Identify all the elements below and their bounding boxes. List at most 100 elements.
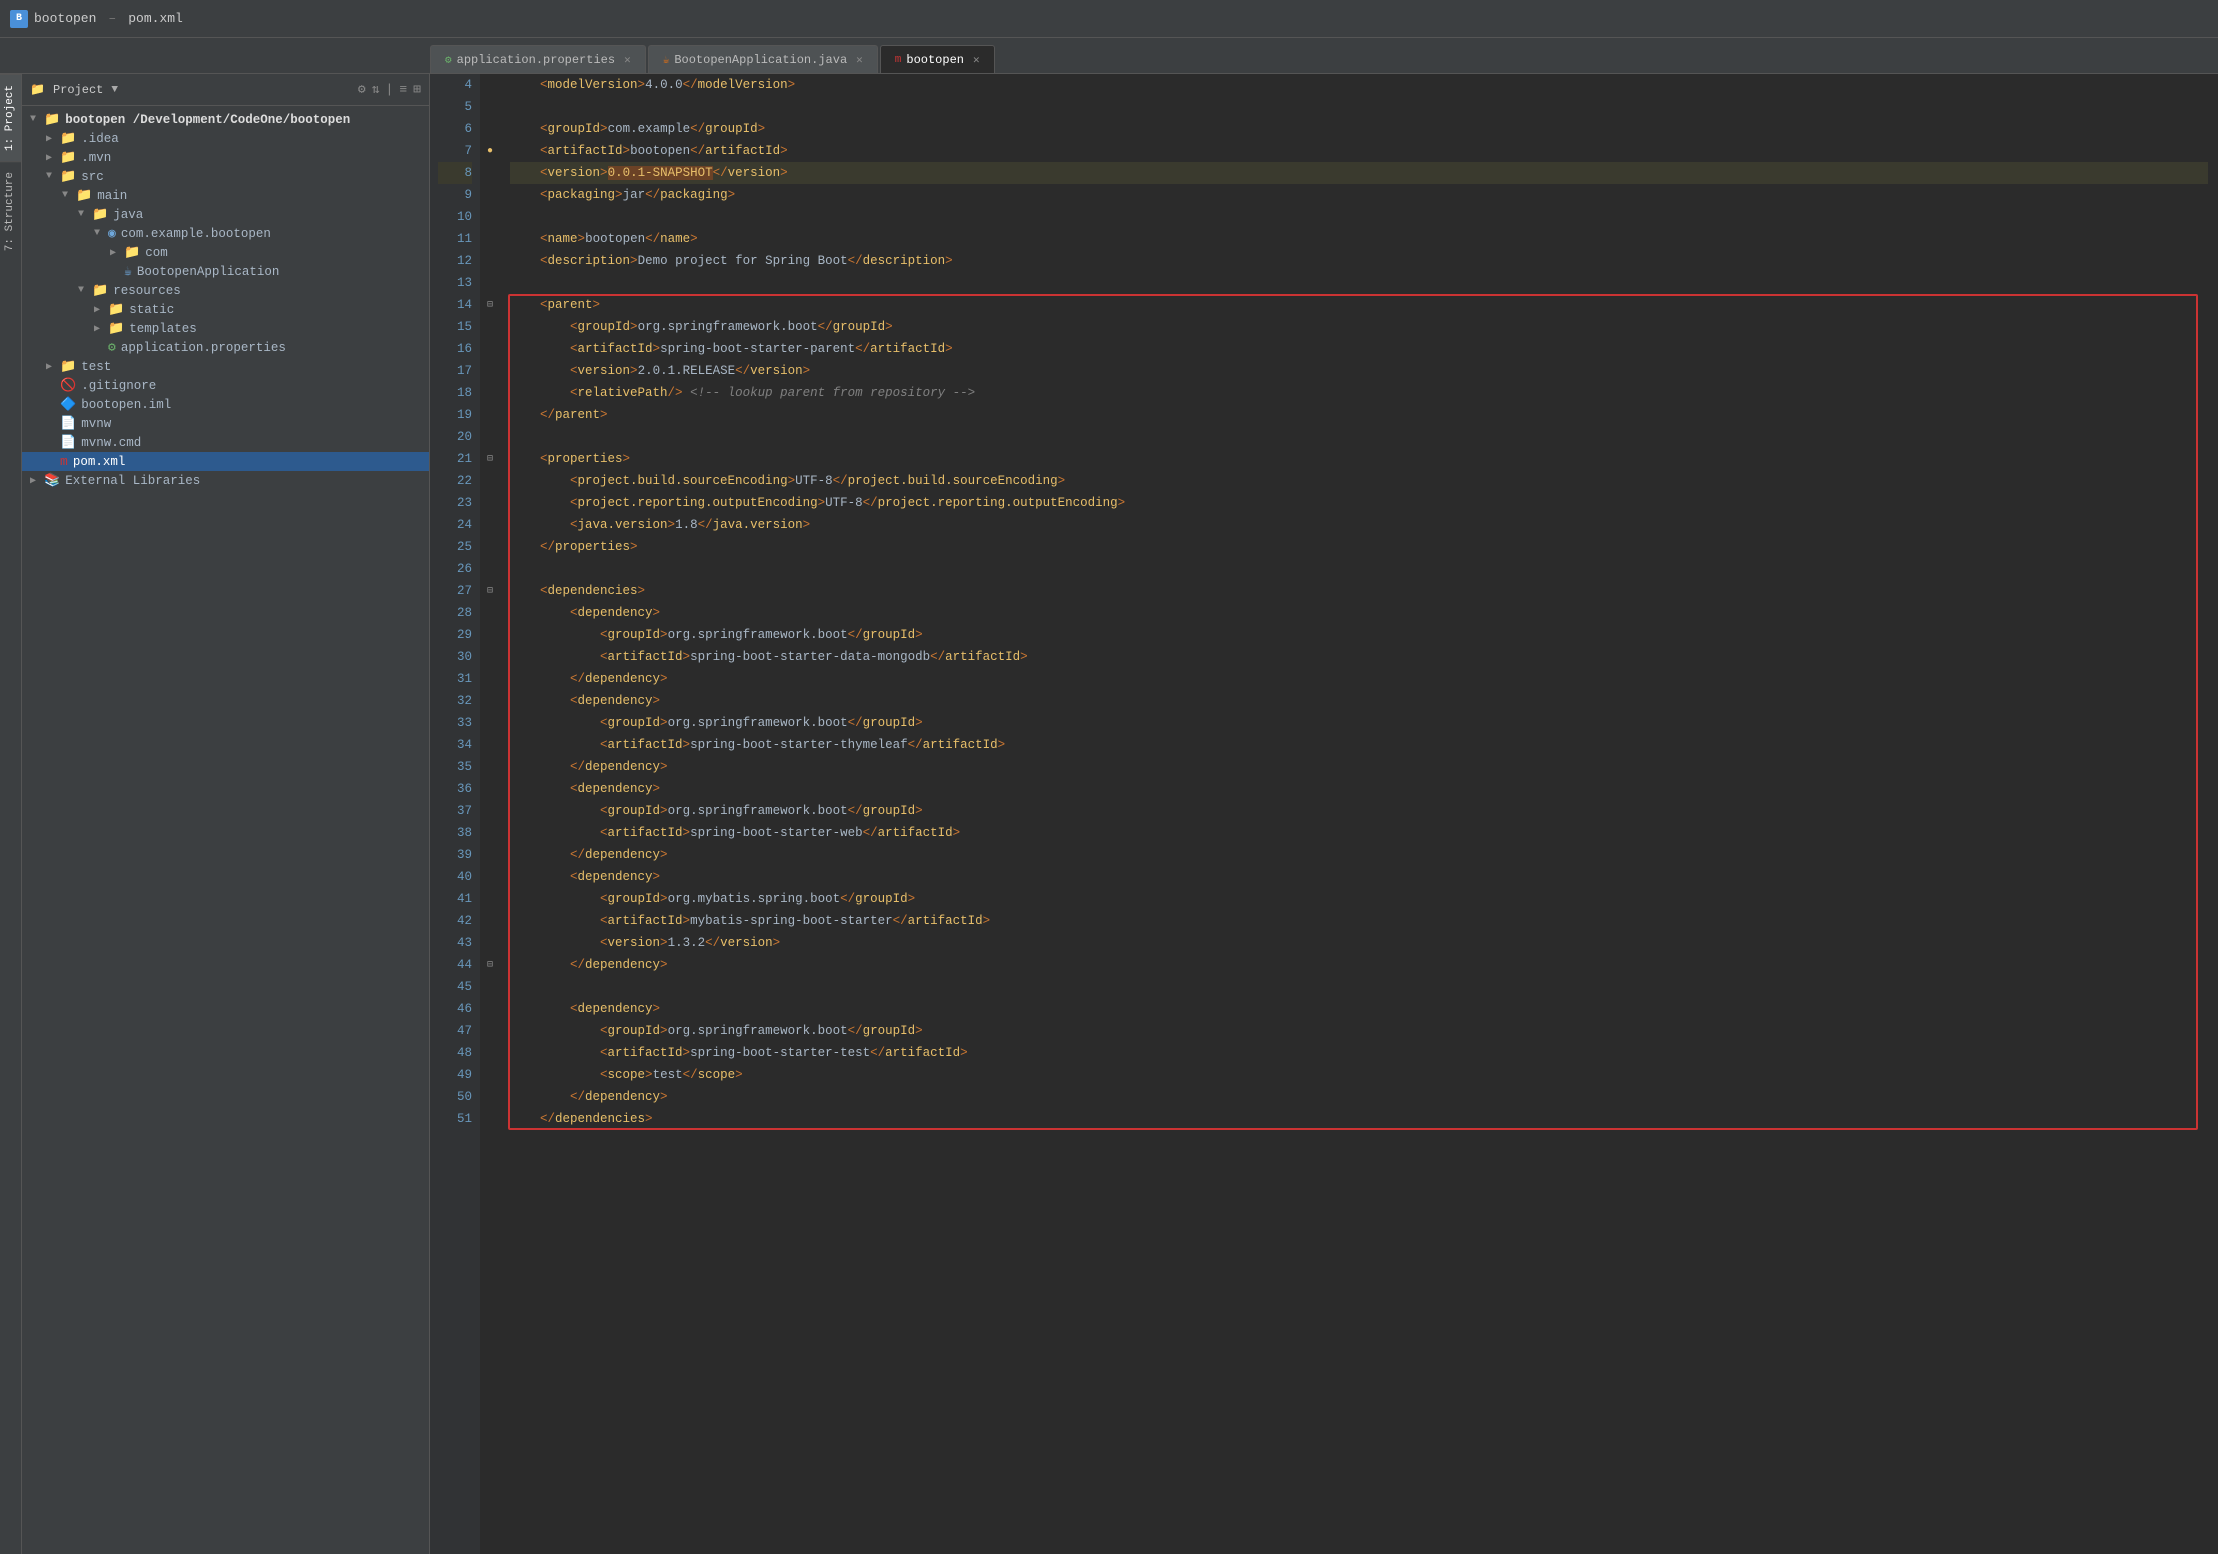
main-layout: 1: Project 7: Structure 📁 Project ▼ ⚙ ⇅ … bbox=[0, 74, 2218, 1554]
tab-close-props[interactable]: ✕ bbox=[624, 53, 631, 67]
tree-item-static[interactable]: ▶ 📁 static bbox=[22, 300, 429, 319]
line-num-6: 6 bbox=[438, 118, 472, 140]
gutter-12 bbox=[480, 250, 500, 272]
line-num-16: 16 bbox=[438, 338, 472, 360]
tree-item-test[interactable]: ▶ 📁 test bbox=[22, 357, 429, 376]
tab-close-java[interactable]: ✕ bbox=[856, 53, 863, 67]
tab-label-maven: bootopen bbox=[906, 53, 964, 67]
line-num-43: 43 bbox=[438, 932, 472, 954]
folder-icon: 📁 bbox=[44, 112, 60, 127]
tree-item-pom[interactable]: m pom.xml bbox=[22, 452, 429, 471]
tree-item-package[interactable]: ▼ ◉ com.example.bootopen bbox=[22, 224, 429, 243]
line-num-9: 9 bbox=[438, 184, 472, 206]
gutter-50 bbox=[480, 1086, 500, 1108]
code-line-41: <groupId>org.mybatis.spring.boot</groupI… bbox=[510, 888, 2208, 910]
gutter-39 bbox=[480, 844, 500, 866]
gutter-16 bbox=[480, 338, 500, 360]
sidebar-tab-structure[interactable]: 7: Structure bbox=[0, 161, 21, 261]
sync-icon[interactable]: ⇅ bbox=[372, 82, 380, 97]
tree-item-mvn[interactable]: ▶ 📁 .mvn bbox=[22, 148, 429, 167]
line-num-24: 24 bbox=[438, 514, 472, 536]
line-num-40: 40 bbox=[438, 866, 472, 888]
code-line-15: <groupId>org.springframework.boot</group… bbox=[510, 316, 2208, 338]
code-line-19: </parent> bbox=[510, 404, 2208, 426]
tree-item-com[interactable]: ▶ 📁 com bbox=[22, 243, 429, 262]
code-line-29: <groupId>org.springframework.boot</group… bbox=[510, 624, 2208, 646]
code-line-45 bbox=[510, 976, 2208, 998]
editor-area: 4 5 6 7 8 9 10 11 12 13 14 15 16 17 18 1… bbox=[430, 74, 2218, 1554]
project-title: Project bbox=[53, 83, 103, 97]
gutter-27[interactable]: ⊟ bbox=[480, 580, 500, 602]
settings-icon[interactable]: ≡ bbox=[399, 82, 407, 97]
code-content[interactable]: <modelVersion>4.0.0</modelVersion> <grou… bbox=[500, 74, 2218, 1554]
tab-close-maven[interactable]: ✕ bbox=[973, 53, 980, 67]
tab-bootopen-application[interactable]: ☕ BootopenApplication.java ✕ bbox=[648, 45, 878, 73]
line-num-14: 14 bbox=[438, 294, 472, 316]
code-line-25: </properties> bbox=[510, 536, 2208, 558]
expand-icon[interactable]: ⊞ bbox=[413, 82, 421, 97]
code-line-24: <java.version>1.8</java.version> bbox=[510, 514, 2208, 536]
lib-icon: 📚 bbox=[44, 473, 60, 488]
code-line-4: <modelVersion>4.0.0</modelVersion> bbox=[510, 74, 2208, 96]
project-dropdown[interactable]: ▼ bbox=[111, 84, 118, 96]
project-header: 📁 Project ▼ ⚙ ⇅ | ≡ ⊞ bbox=[22, 74, 429, 106]
app-name: bootopen bbox=[34, 11, 96, 26]
line-num-47: 47 bbox=[438, 1020, 472, 1042]
tree-item-root[interactable]: ▼ 📁 bootopen /Development/CodeOne/bootop… bbox=[22, 110, 429, 129]
tree-item-resources[interactable]: ▼ 📁 resources bbox=[22, 281, 429, 300]
folder-open-icon: 📁 bbox=[60, 169, 76, 184]
tree-item-ext-libs[interactable]: ▶ 📚 External Libraries bbox=[22, 471, 429, 490]
tree-label-mvnw: mvnw bbox=[81, 417, 111, 431]
tree-item-java[interactable]: ▼ 📁 java bbox=[22, 205, 429, 224]
tab-application-properties[interactable]: ⚙ application.properties ✕ bbox=[430, 45, 646, 73]
gutter-20 bbox=[480, 426, 500, 448]
gutter-18 bbox=[480, 382, 500, 404]
project-panel: 📁 Project ▼ ⚙ ⇅ | ≡ ⊞ ▼ 📁 bootopen /Deve… bbox=[22, 74, 430, 1554]
gutter-21[interactable]: ⊟ bbox=[480, 448, 500, 470]
gutter-45 bbox=[480, 976, 500, 998]
tree-item-src[interactable]: ▼ 📁 src bbox=[22, 167, 429, 186]
line-num-37: 37 bbox=[438, 800, 472, 822]
gutter-49 bbox=[480, 1064, 500, 1086]
folder-icon: 📁 bbox=[60, 150, 76, 165]
tree-item-app-props[interactable]: ⚙ application.properties bbox=[22, 338, 429, 357]
code-line-31: </dependency> bbox=[510, 668, 2208, 690]
code-view[interactable]: 4 5 6 7 8 9 10 11 12 13 14 15 16 17 18 1… bbox=[430, 74, 2218, 1554]
gutter-44[interactable]: ⊟ bbox=[480, 954, 500, 976]
tree-item-mvnw-cmd[interactable]: 📄 mvnw.cmd bbox=[22, 433, 429, 452]
code-line-5 bbox=[510, 96, 2208, 118]
tab-label-java: BootopenApplication.java bbox=[674, 53, 847, 67]
folder-icon: 📁 bbox=[124, 245, 140, 260]
gutter-33 bbox=[480, 712, 500, 734]
tree-label-java: java bbox=[113, 208, 143, 222]
maven-icon: m bbox=[895, 54, 902, 66]
code-line-28: <dependency> bbox=[510, 602, 2208, 624]
line-num-27: 27 bbox=[438, 580, 472, 602]
tree-item-templates[interactable]: ▶ 📁 templates bbox=[22, 319, 429, 338]
code-line-20 bbox=[510, 426, 2208, 448]
code-line-14: <parent> bbox=[510, 294, 2208, 316]
code-line-46: <dependency> bbox=[510, 998, 2208, 1020]
line-num-44: 44 bbox=[438, 954, 472, 976]
tree-item-idea[interactable]: ▶ 📁 .idea bbox=[22, 129, 429, 148]
tree-label-mvn: .mvn bbox=[81, 151, 111, 165]
tab-pom[interactable]: m bootopen ✕ bbox=[880, 45, 995, 73]
folder-icon: 📁 bbox=[60, 359, 76, 374]
tree-item-mvnw[interactable]: 📄 mvnw bbox=[22, 414, 429, 433]
line-num-30: 30 bbox=[438, 646, 472, 668]
tree-item-gitignore[interactable]: 🚫 .gitignore bbox=[22, 376, 429, 395]
tree-item-bootopen-app[interactable]: ☕ BootopenApplication bbox=[22, 262, 429, 281]
tree-item-main[interactable]: ▼ 📁 main bbox=[22, 186, 429, 205]
sidebar-tab-project[interactable]: 1: Project bbox=[0, 74, 21, 161]
gear-icon[interactable]: ⚙ bbox=[358, 82, 366, 97]
tree-item-iml[interactable]: 🔷 bootopen.iml bbox=[22, 395, 429, 414]
line-num-4: 4 bbox=[438, 74, 472, 96]
code-line-16: <artifactId>spring-boot-starter-parent</… bbox=[510, 338, 2208, 360]
gutter-5 bbox=[480, 96, 500, 118]
iml-icon: 🔷 bbox=[60, 397, 76, 412]
code-line-40: <dependency> bbox=[510, 866, 2208, 888]
code-line-39: </dependency> bbox=[510, 844, 2208, 866]
line-num-8: 8 bbox=[438, 162, 472, 184]
gutter-14[interactable]: ⊟ bbox=[480, 294, 500, 316]
line-num-20: 20 bbox=[438, 426, 472, 448]
